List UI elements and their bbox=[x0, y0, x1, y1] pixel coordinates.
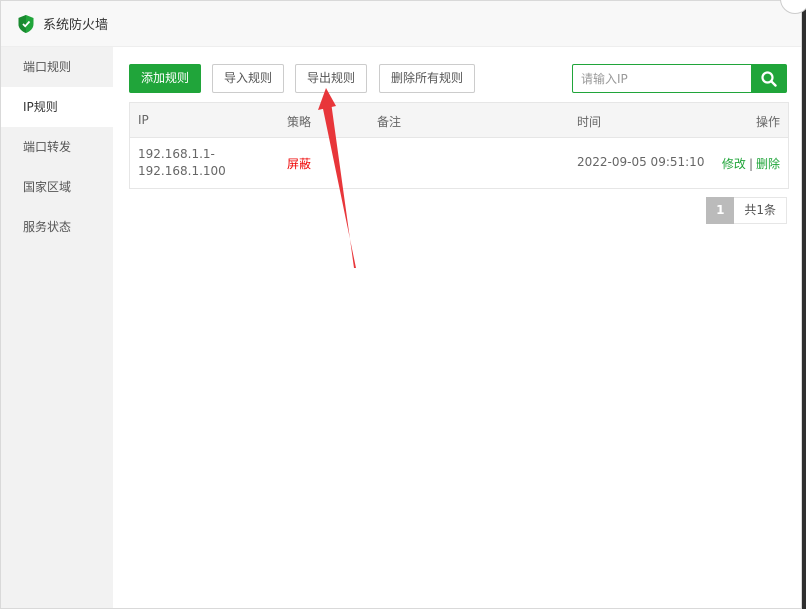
sidebar-item-port-forwarding[interactable]: 端口转发 bbox=[1, 127, 113, 167]
delete-link[interactable]: 删除 bbox=[756, 157, 780, 171]
search-button[interactable] bbox=[751, 65, 786, 92]
sidebar-item-service-status[interactable]: 服务状态 bbox=[1, 207, 113, 247]
row-policy: 屏蔽 bbox=[287, 157, 312, 171]
sidebar-item-country-region[interactable]: 国家区域 bbox=[1, 167, 113, 207]
toolbar: 添加规则 导入规则 导出规则 删除所有规则 bbox=[129, 63, 787, 93]
search-box bbox=[572, 64, 787, 93]
table-header: IP 策略 备注 时间 操作 bbox=[130, 103, 788, 138]
row-operations: 修改 | 删除 bbox=[722, 155, 780, 172]
row-ip-range: 192.168.1.1- 192.168.1.100 bbox=[138, 146, 226, 180]
operation-separator: | bbox=[748, 157, 753, 171]
header-policy: 策略 bbox=[287, 115, 312, 129]
search-icon bbox=[760, 70, 777, 87]
ip-range-end: 192.168.1.100 bbox=[138, 164, 226, 178]
row-time: 2022-09-05 09:51:10 bbox=[577, 155, 705, 169]
search-input[interactable] bbox=[573, 65, 751, 92]
sidebar-item-ip-rules[interactable]: IP规则 bbox=[1, 87, 113, 127]
delete-all-rules-button[interactable]: 删除所有规则 bbox=[379, 64, 476, 93]
export-rules-button[interactable]: 导出规则 bbox=[295, 64, 368, 93]
edit-link[interactable]: 修改 bbox=[722, 157, 746, 171]
add-rule-button[interactable]: 添加规则 bbox=[129, 64, 202, 93]
header-time: 时间 bbox=[577, 115, 602, 129]
pagination: 1 共1条 bbox=[706, 197, 787, 224]
dialog-title: 系统防火墙 bbox=[43, 18, 109, 33]
import-rules-button[interactable]: 导入规则 bbox=[212, 64, 285, 93]
ip-rules-table: IP 策略 备注 时间 操作 192.168.1.1- 192.168.1.10… bbox=[129, 102, 789, 189]
page-number-current[interactable]: 1 bbox=[706, 197, 735, 224]
header-ip: IP bbox=[138, 113, 149, 127]
pagination-total: 共1条 bbox=[734, 197, 787, 224]
sidebar: 端口规则 IP规则 端口转发 国家区域 服务状态 bbox=[1, 47, 113, 608]
table-row: 192.168.1.1- 192.168.1.100 屏蔽 2022-09-05… bbox=[130, 138, 788, 188]
ip-range-start: 192.168.1.1- bbox=[138, 147, 215, 161]
main-panel: 添加规则 导入规则 导出规则 删除所有规则 IP 策略 备注 时间 bbox=[113, 47, 801, 608]
firewall-dialog: 系统防火墙 端口规则 IP规则 端口转发 国家区域 服务状态 添加规则 导入规则… bbox=[0, 0, 802, 609]
dialog-titlebar: 系统防火墙 bbox=[1, 1, 801, 47]
shield-icon bbox=[18, 14, 34, 33]
header-operation: 操作 bbox=[755, 115, 780, 129]
header-remark: 备注 bbox=[377, 115, 402, 129]
sidebar-item-port-rules[interactable]: 端口规则 bbox=[1, 47, 113, 87]
